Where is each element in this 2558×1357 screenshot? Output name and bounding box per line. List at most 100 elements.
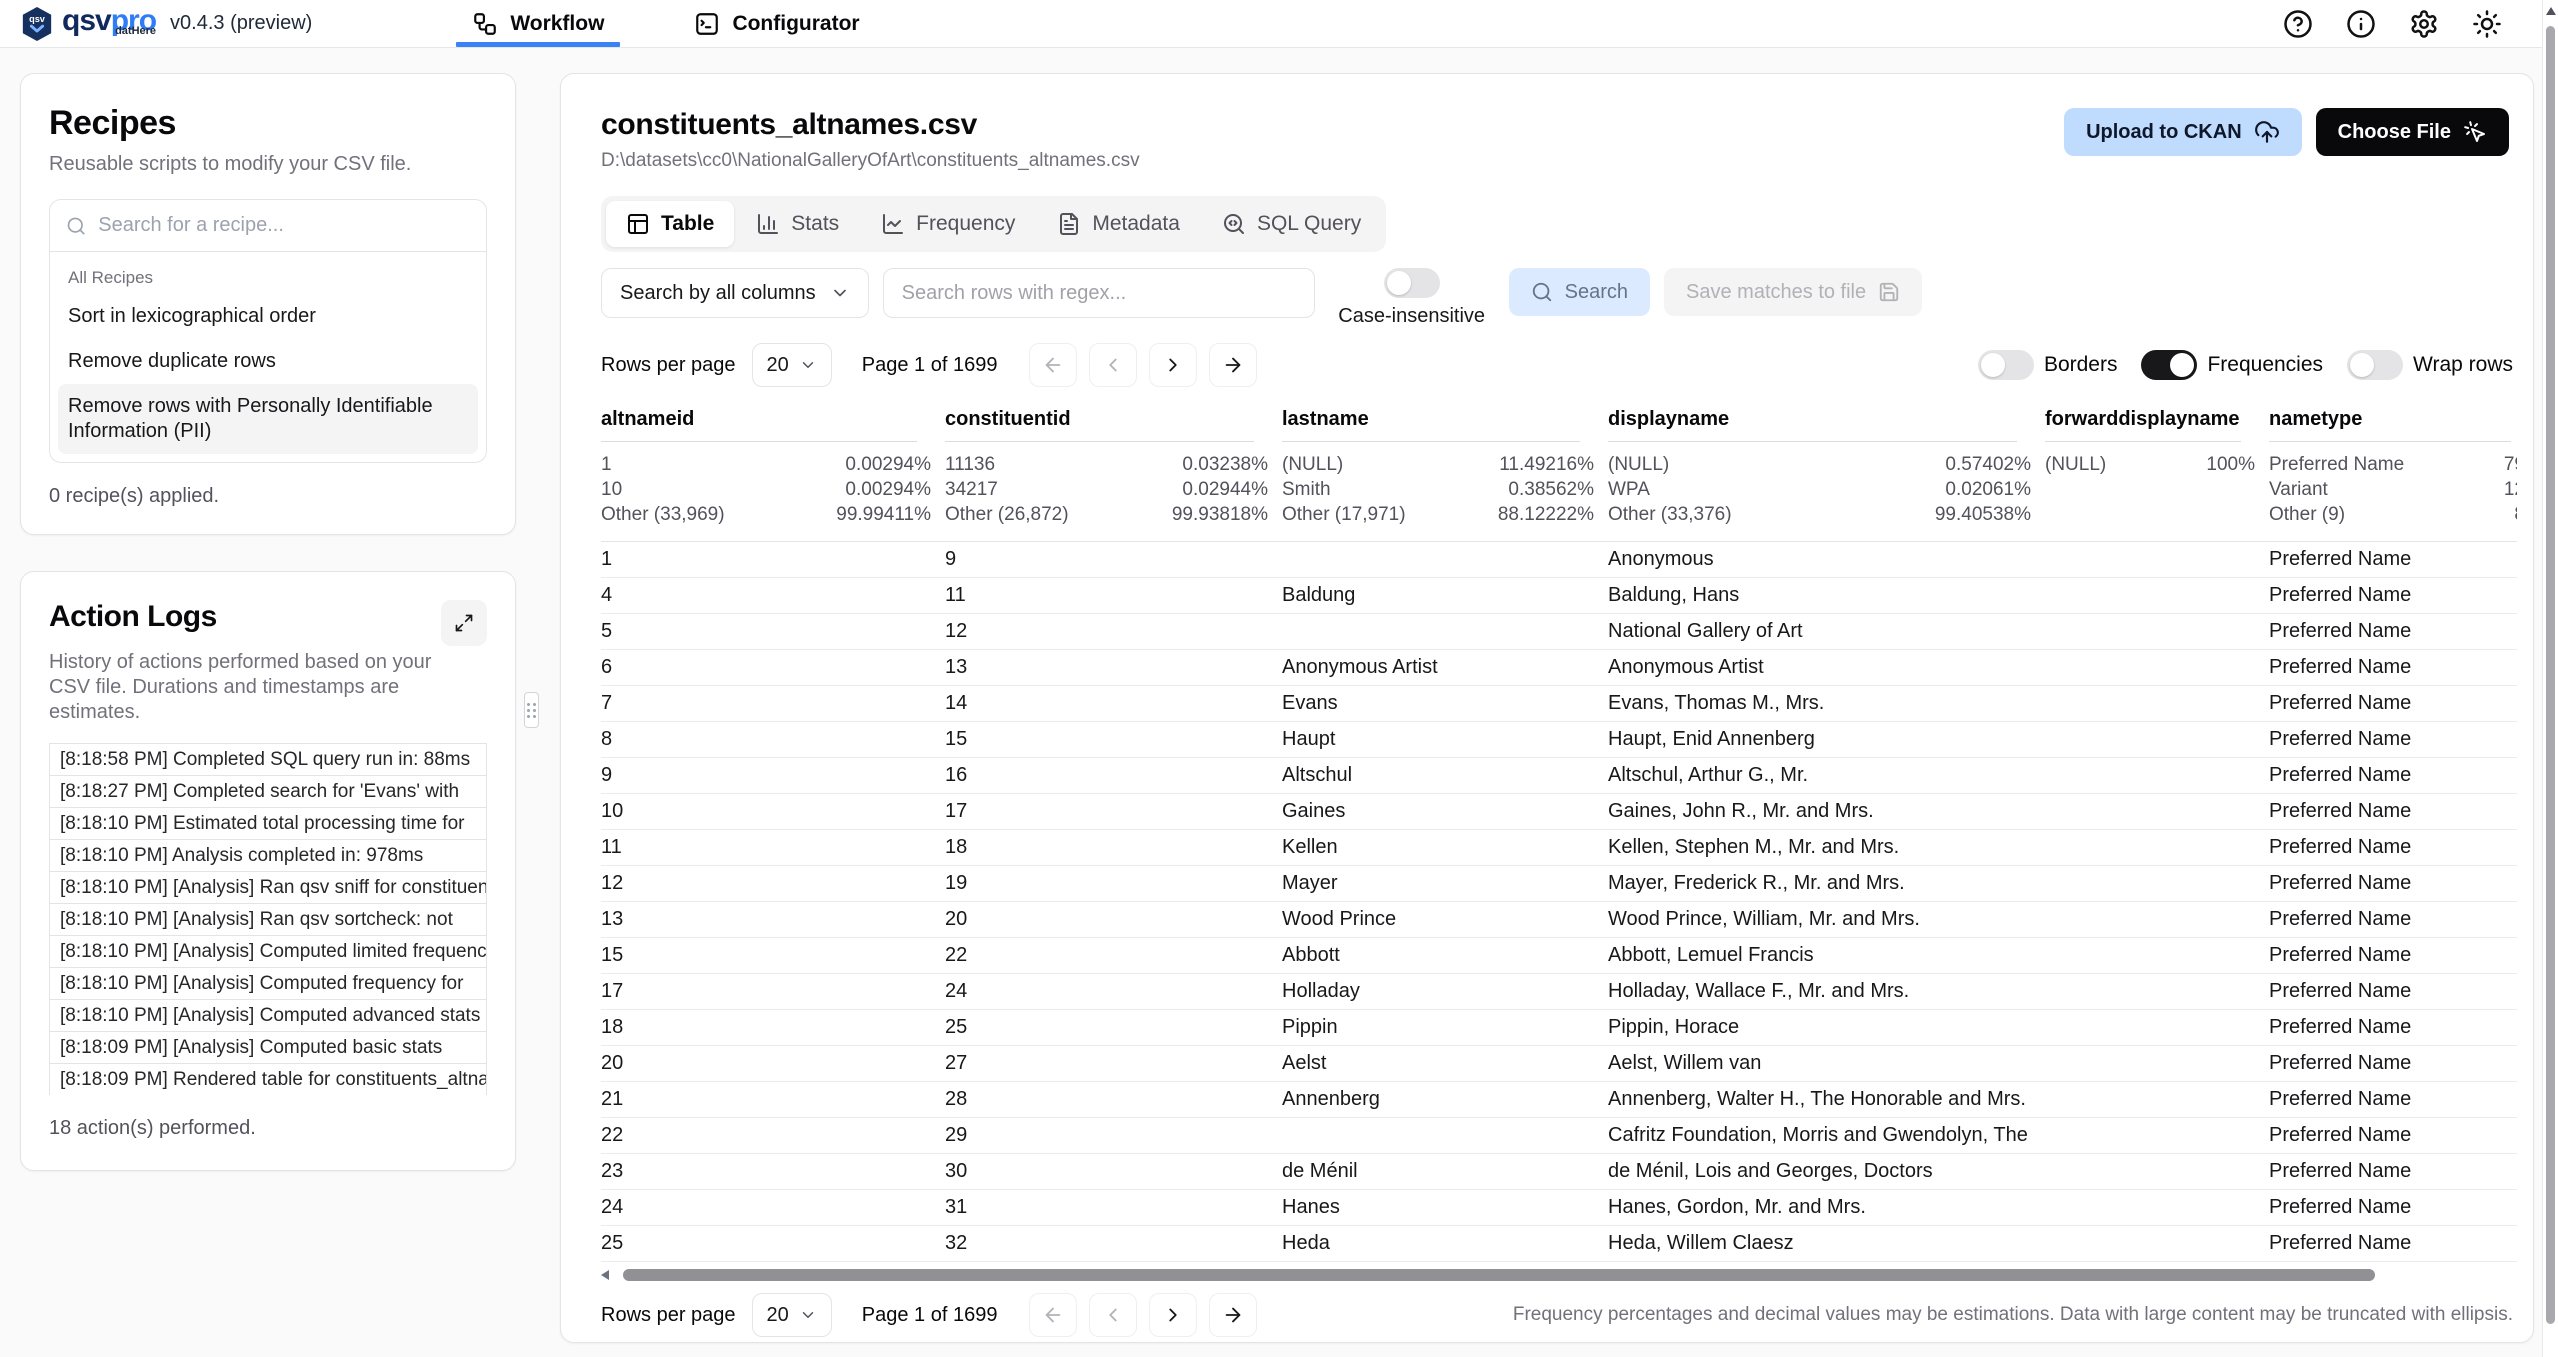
scroll-up-arrow-icon[interactable] — [2546, 7, 2556, 15]
save-matches-button[interactable]: Save matches to file — [1664, 268, 1922, 316]
footer-first-page-button[interactable] — [1029, 1293, 1077, 1337]
regex-search-input[interactable] — [883, 268, 1315, 318]
rows-per-page-select[interactable]: 20 — [752, 343, 832, 387]
table-cell-displayname: Kellen, Stephen M., Mr. and Mrs. — [1608, 830, 2045, 866]
table-row[interactable]: 512National Gallery of ArtPreferred Name — [601, 614, 2517, 650]
table-row[interactable]: 19AnonymousPreferred Name — [601, 542, 2517, 578]
theme-toggle-button[interactable] — [2472, 9, 2502, 39]
tab-sql-query[interactable]: SQL Query — [1202, 201, 1381, 247]
case-insensitive-toggle[interactable]: Case-insensitive — [1329, 268, 1495, 328]
table-row[interactable]: 916AltschulAltschul, Arthur G., Mr.Prefe… — [601, 758, 2517, 794]
recipe-search-input[interactable] — [98, 214, 470, 237]
tab-stats[interactable]: Stats — [736, 201, 859, 247]
scroll-left-arrow-icon[interactable] — [601, 1270, 609, 1280]
table-cell-constituentid: 28 — [945, 1082, 1282, 1118]
case-insensitive-switch[interactable] — [1384, 268, 1440, 298]
expand-logs-button[interactable] — [441, 600, 487, 646]
table-row[interactable]: 613Anonymous ArtistAnonymous ArtistPrefe… — [601, 650, 2517, 686]
switch[interactable] — [2141, 350, 2197, 380]
search-code-icon — [1222, 212, 1246, 236]
tab-frequency[interactable]: Frequency — [861, 201, 1035, 247]
table-cell-lastname: Evans — [1282, 686, 1608, 722]
search-button[interactable]: Search — [1509, 268, 1650, 316]
horizontal-scrollbar-thumb[interactable] — [623, 1269, 2375, 1281]
table-row[interactable]: 1522AbbottAbbott, Lemuel FrancisPreferre… — [601, 938, 2517, 974]
table-row[interactable]: 2128AnnenbergAnnenberg, Walter H., The H… — [601, 1082, 2517, 1118]
tab-configurator[interactable]: Configurator — [684, 0, 869, 47]
topbar-actions — [2283, 9, 2502, 39]
table-row[interactable]: 2027AelstAelst, Willem vanPreferred Name — [601, 1046, 2517, 1082]
table-row[interactable]: 815HauptHaupt, Enid AnnenbergPreferred N… — [601, 722, 2517, 758]
tab-table[interactable]: Table — [606, 201, 734, 247]
recipe-item-dedupe[interactable]: Remove duplicate rows — [58, 339, 478, 384]
table-row[interactable]: 2532HedaHeda, Willem ClaeszPreferred Nam… — [601, 1226, 2517, 1262]
file-path: D:\datasets\cc0\NationalGalleryOfArt\con… — [601, 150, 1140, 172]
table-row[interactable]: 1825PippinPippin, HoracePreferred Name — [601, 1010, 2517, 1046]
table-row[interactable]: 2229Cafritz Foundation, Morris and Gwend… — [601, 1118, 2517, 1154]
table-footnote: Frequency percentages and decimal values… — [1513, 1304, 2515, 1326]
upload-to-ckan-button[interactable]: Upload to CKAN — [2064, 108, 2302, 156]
switch-knob — [2170, 353, 2194, 377]
recipe-item-remove-pii[interactable]: Remove rows with Personally Identifiable… — [58, 384, 478, 454]
first-page-button[interactable] — [1029, 343, 1077, 387]
horizontal-scrollbar[interactable] — [601, 1268, 2517, 1282]
table-cell-displayname: de Ménil, Lois and Georges, Doctors — [1608, 1154, 2045, 1190]
table-cell-forwarddisplayname — [2045, 578, 2269, 614]
next-page-button[interactable] — [1149, 343, 1197, 387]
table-cell-nametype: Preferred Name — [2269, 866, 2517, 902]
table-cell-forwarddisplayname — [2045, 938, 2269, 974]
switch[interactable] — [1978, 350, 2034, 380]
footer-previous-page-button[interactable] — [1089, 1293, 1137, 1337]
footer-last-page-button[interactable] — [1209, 1293, 1257, 1337]
tab-workflow[interactable]: Workflow — [462, 0, 614, 47]
previous-page-button[interactable] — [1089, 343, 1137, 387]
table-row[interactable]: 2431HanesHanes, Gordon, Mr. and Mrs.Pref… — [601, 1190, 2517, 1226]
choose-file-button[interactable]: Choose File — [2316, 108, 2509, 156]
help-button[interactable] — [2283, 9, 2313, 39]
rows-per-page-label: Rows per page — [601, 354, 736, 377]
table-cell-nametype: Preferred Name — [2269, 902, 2517, 938]
footer-pagination-controls — [1029, 1293, 1257, 1337]
table-cell-forwarddisplayname — [2045, 1118, 2269, 1154]
maximize-icon — [454, 613, 474, 633]
table-row[interactable]: 714EvansEvans, Thomas M., Mrs.Preferred … — [601, 686, 2517, 722]
table-cell-nametype: Preferred Name — [2269, 938, 2517, 974]
toggle-borders[interactable]: Borders — [1978, 350, 2118, 380]
column-header-constituentid: constituentid — [945, 402, 1282, 442]
chevron-down-icon — [799, 1306, 817, 1324]
table-row[interactable]: 411BaldungBaldung, HansPreferred Name — [601, 578, 2517, 614]
table-cell-lastname — [1282, 542, 1608, 578]
toggle-label: Borders — [2044, 353, 2118, 377]
table-cell-nametype: Preferred Name — [2269, 614, 2517, 650]
toggle-wrap-rows[interactable]: Wrap rows — [2347, 350, 2513, 380]
table-row[interactable]: 2330de Ménilde Ménil, Lois and Georges, … — [601, 1154, 2517, 1190]
table-row[interactable]: 1219MayerMayer, Frederick R., Mr. and Mr… — [601, 866, 2517, 902]
footer-next-page-button[interactable] — [1149, 1293, 1197, 1337]
table-cell-forwarddisplayname — [2045, 542, 2269, 578]
table-cell-constituentid: 14 — [945, 686, 1282, 722]
log-list[interactable]: [8:18:58 PM] Completed SQL query run in:… — [49, 743, 487, 1095]
table-cell-displayname: Cafritz Foundation, Morris and Gwendolyn… — [1608, 1118, 2045, 1154]
footer-rows-per-page-select[interactable]: 20 — [752, 1293, 832, 1337]
table-cell-lastname: Altschul — [1282, 758, 1608, 794]
window-scrollbar[interactable] — [2542, 0, 2558, 1357]
table-row[interactable]: 1118KellenKellen, Stephen M., Mr. and Mr… — [601, 830, 2517, 866]
table-cell-altnameid: 25 — [601, 1226, 945, 1262]
page-indicator: Page 1 of 1699 — [862, 354, 998, 377]
recipe-item-sort[interactable]: Sort in lexicographical order — [58, 294, 478, 339]
switch[interactable] — [2347, 350, 2403, 380]
info-button[interactable] — [2346, 9, 2376, 39]
table-cell-lastname — [1282, 614, 1608, 650]
window-scrollbar-thumb[interactable] — [2546, 26, 2555, 1324]
table-cell-constituentid: 30 — [945, 1154, 1282, 1190]
tab-metadata[interactable]: Metadata — [1037, 201, 1200, 247]
table-row[interactable]: 1017GainesGaines, John R., Mr. and Mrs.P… — [601, 794, 2517, 830]
table-row[interactable]: 1320Wood PrinceWood Prince, William, Mr.… — [601, 902, 2517, 938]
last-page-button[interactable] — [1209, 343, 1257, 387]
search-column-select[interactable]: Search by all columns — [601, 268, 869, 318]
toggle-frequencies[interactable]: Frequencies — [2141, 350, 2323, 380]
settings-button[interactable] — [2409, 9, 2439, 39]
panel-resize-handle[interactable] — [524, 692, 539, 728]
footer-rows-per-page-value: 20 — [767, 1304, 789, 1327]
table-row[interactable]: 1724HolladayHolladay, Wallace F., Mr. an… — [601, 974, 2517, 1010]
